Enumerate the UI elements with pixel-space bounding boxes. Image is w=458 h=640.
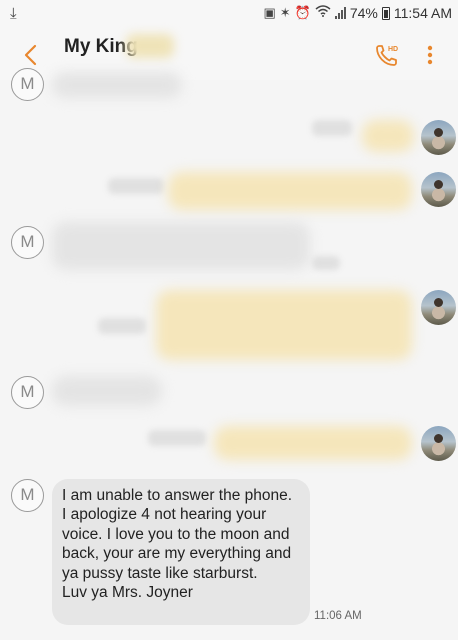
incoming-message-bubble[interactable]: I am unable to answer the phone. I apolo… (52, 479, 310, 625)
redacted-incoming-message (52, 72, 182, 98)
svg-text:HD: HD (388, 46, 398, 53)
contact-avatar[interactable]: M (11, 226, 44, 259)
alarm-icon: ⏰ (294, 5, 311, 20)
chevron-left-icon (24, 44, 37, 66)
battery-icon (381, 6, 390, 20)
contact-avatar[interactable]: M (11, 376, 44, 409)
back-button[interactable] (14, 38, 48, 72)
redacted-message-meta (148, 430, 206, 446)
sim-icon: ▣ (263, 5, 276, 20)
redacted-outgoing-message (168, 172, 412, 210)
user-avatar[interactable] (421, 120, 456, 155)
signal-icon (334, 7, 346, 19)
status-icons: ▣ ✶ ⏰ 74% 11:54 AM (263, 5, 452, 21)
redacted-message-meta (108, 178, 164, 194)
hd-call-icon: HD (376, 45, 398, 66)
redacted-message-meta (312, 256, 340, 270)
bluetooth-icon: ✶ (279, 5, 291, 20)
redacted-outgoing-message (362, 120, 414, 152)
more-vert-icon (427, 45, 433, 65)
status-bar: ⤓ ▣ ✶ ⏰ 74% 11:54 AM (0, 0, 458, 28)
redacted-outgoing-message (156, 290, 412, 360)
redacted-message-meta (312, 120, 352, 136)
more-options-button[interactable] (418, 40, 442, 70)
message-list[interactable]: M M M M I am unable to answer the phone.… (0, 68, 458, 640)
wifi-icon (315, 5, 331, 21)
clock: 11:54 AM (393, 5, 452, 21)
user-avatar[interactable] (421, 290, 456, 325)
download-icon: ⤓ (10, 5, 17, 22)
redacted-outgoing-message (214, 426, 412, 460)
redacted-incoming-message (52, 376, 162, 406)
message-timestamp: 11:06 AM (314, 610, 362, 622)
redacted-name-fragment (126, 34, 174, 58)
contact-avatar[interactable]: M (11, 479, 44, 512)
message-text: I am unable to answer the phone. I apolo… (62, 487, 293, 602)
battery-percent: 74% (349, 5, 378, 21)
user-avatar[interactable] (421, 172, 456, 207)
user-avatar[interactable] (421, 426, 456, 461)
redacted-message-meta (98, 318, 146, 334)
redacted-incoming-message (52, 222, 310, 270)
contact-avatar[interactable]: M (11, 68, 44, 101)
call-button[interactable]: HD (372, 40, 402, 70)
